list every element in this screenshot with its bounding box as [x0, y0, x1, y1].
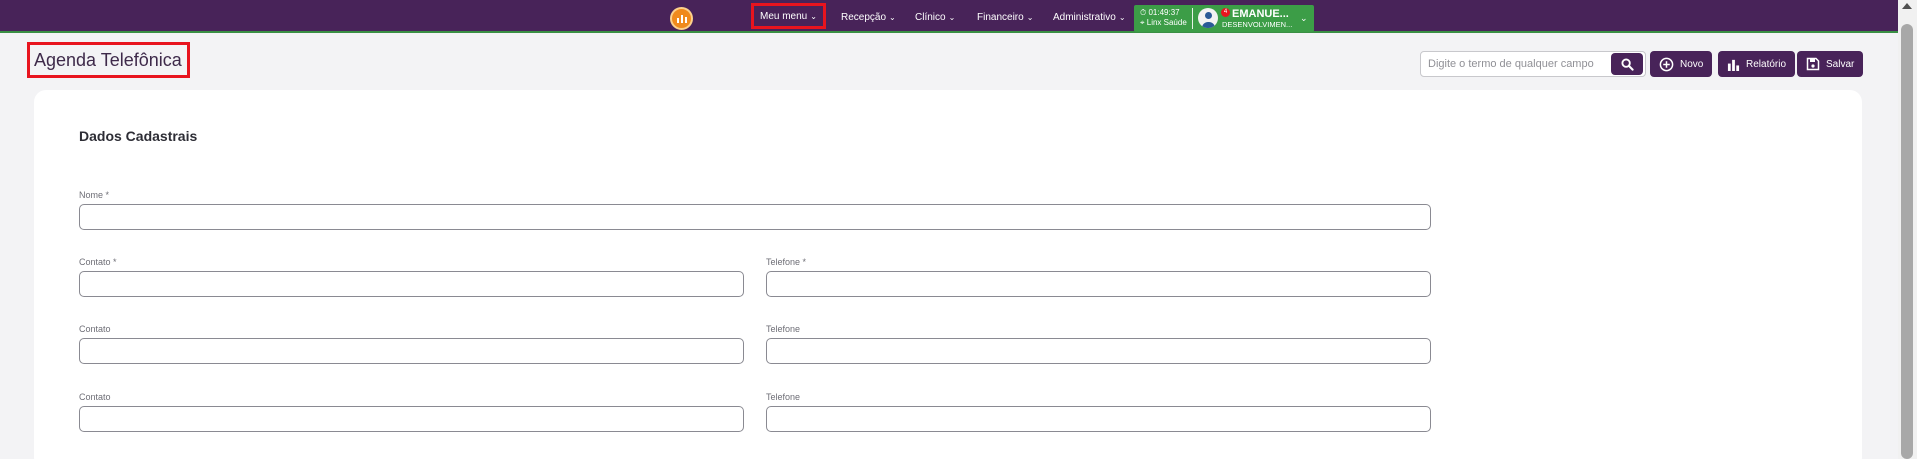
report-button[interactable]: Relatório	[1718, 51, 1796, 77]
nav-meu-menu-label: Meu menu	[760, 10, 808, 22]
telefone3-label: Telefone	[766, 392, 801, 402]
telefone2-input[interactable]	[766, 338, 1431, 364]
scrollbar-thumb[interactable]	[1901, 24, 1913, 459]
session-time: 01:49:37	[1148, 8, 1180, 17]
search-button[interactable]	[1611, 53, 1643, 75]
nav-clinico-label: Clínico	[915, 11, 946, 23]
session-status-box[interactable]: ⏱ 01:49:37 ⌖ Linx Saúde 4 EMANUE... DESE…	[1134, 5, 1314, 32]
nav-administrativo[interactable]: Administrativo ⌄	[1053, 8, 1126, 26]
top-navigation-bar: Meu menu ⌄ Recepção ⌄ Clínico ⌄ Financei…	[0, 0, 1898, 33]
contato1-label: Contato *	[79, 257, 117, 267]
telefone1-label: Telefone *	[766, 257, 807, 267]
chevron-down-icon: ⌄	[1118, 12, 1126, 22]
chevron-down-icon: ⌄	[889, 12, 896, 22]
chevron-down-icon: ⌄	[810, 11, 817, 21]
app-logo-icon[interactable]	[670, 7, 693, 30]
chevron-down-icon: ⌄	[1026, 12, 1034, 22]
user-name: EMANUE...	[1232, 8, 1289, 20]
search-input[interactable]	[1421, 52, 1611, 76]
plus-circle-icon	[1659, 57, 1674, 71]
new-button-label: Novo	[1680, 58, 1704, 70]
bar-chart-icon	[1727, 59, 1740, 71]
session-location: Linx Saúde	[1146, 18, 1187, 27]
save-button-label: Salvar	[1826, 58, 1855, 70]
form-card: Dados Cadastrais Nome * Contato * Telefo…	[34, 90, 1862, 459]
divider	[1192, 8, 1193, 29]
chevron-down-icon: ⌄	[948, 12, 956, 22]
telefone2-label: Telefone	[766, 324, 801, 334]
nome-label: Nome *	[79, 190, 110, 200]
nav-financeiro[interactable]: Financeiro ⌄	[977, 8, 1033, 26]
chevron-down-icon[interactable]: ⌄	[1300, 13, 1308, 24]
nav-recepcao[interactable]: Recepção ⌄	[841, 8, 896, 26]
search-icon	[1620, 57, 1634, 71]
contato1-input[interactable]	[79, 271, 744, 297]
floppy-disk-icon	[1806, 57, 1820, 71]
report-button-label: Relatório	[1746, 58, 1787, 70]
nav-administrativo-label: Administrativo	[1053, 11, 1116, 23]
contato3-label: Contato	[79, 392, 111, 402]
save-button[interactable]: Salvar	[1797, 51, 1864, 77]
telefone1-input[interactable]	[766, 271, 1431, 297]
nome-input[interactable]	[79, 204, 1431, 230]
contato3-input[interactable]	[79, 406, 744, 432]
section-title: Dados Cadastrais	[79, 128, 198, 144]
page-title: Agenda Telefônica	[27, 42, 190, 78]
nav-meu-menu[interactable]: Meu menu ⌄	[751, 3, 826, 29]
contato2-label: Contato	[79, 324, 111, 334]
telefone3-input[interactable]	[766, 406, 1431, 432]
user-role: DESENVOLVIMEN...	[1222, 20, 1293, 29]
vertical-scrollbar[interactable]	[1898, 0, 1917, 459]
search-box	[1420, 51, 1646, 77]
nav-clinico[interactable]: Clínico ⌄	[915, 8, 955, 26]
location-pin-icon: ⌖	[1140, 18, 1145, 27]
nav-financeiro-label: Financeiro	[977, 11, 1024, 23]
clock-icon: ⏱	[1140, 8, 1147, 17]
session-info: ⏱ 01:49:37 ⌖ Linx Saúde	[1140, 8, 1187, 28]
scroll-up-arrow-icon[interactable]	[1902, 3, 1912, 9]
contato2-input[interactable]	[79, 338, 744, 364]
new-button[interactable]: Novo	[1650, 51, 1713, 77]
nav-recepcao-label: Recepção	[841, 11, 887, 23]
user-avatar-icon	[1198, 8, 1218, 28]
